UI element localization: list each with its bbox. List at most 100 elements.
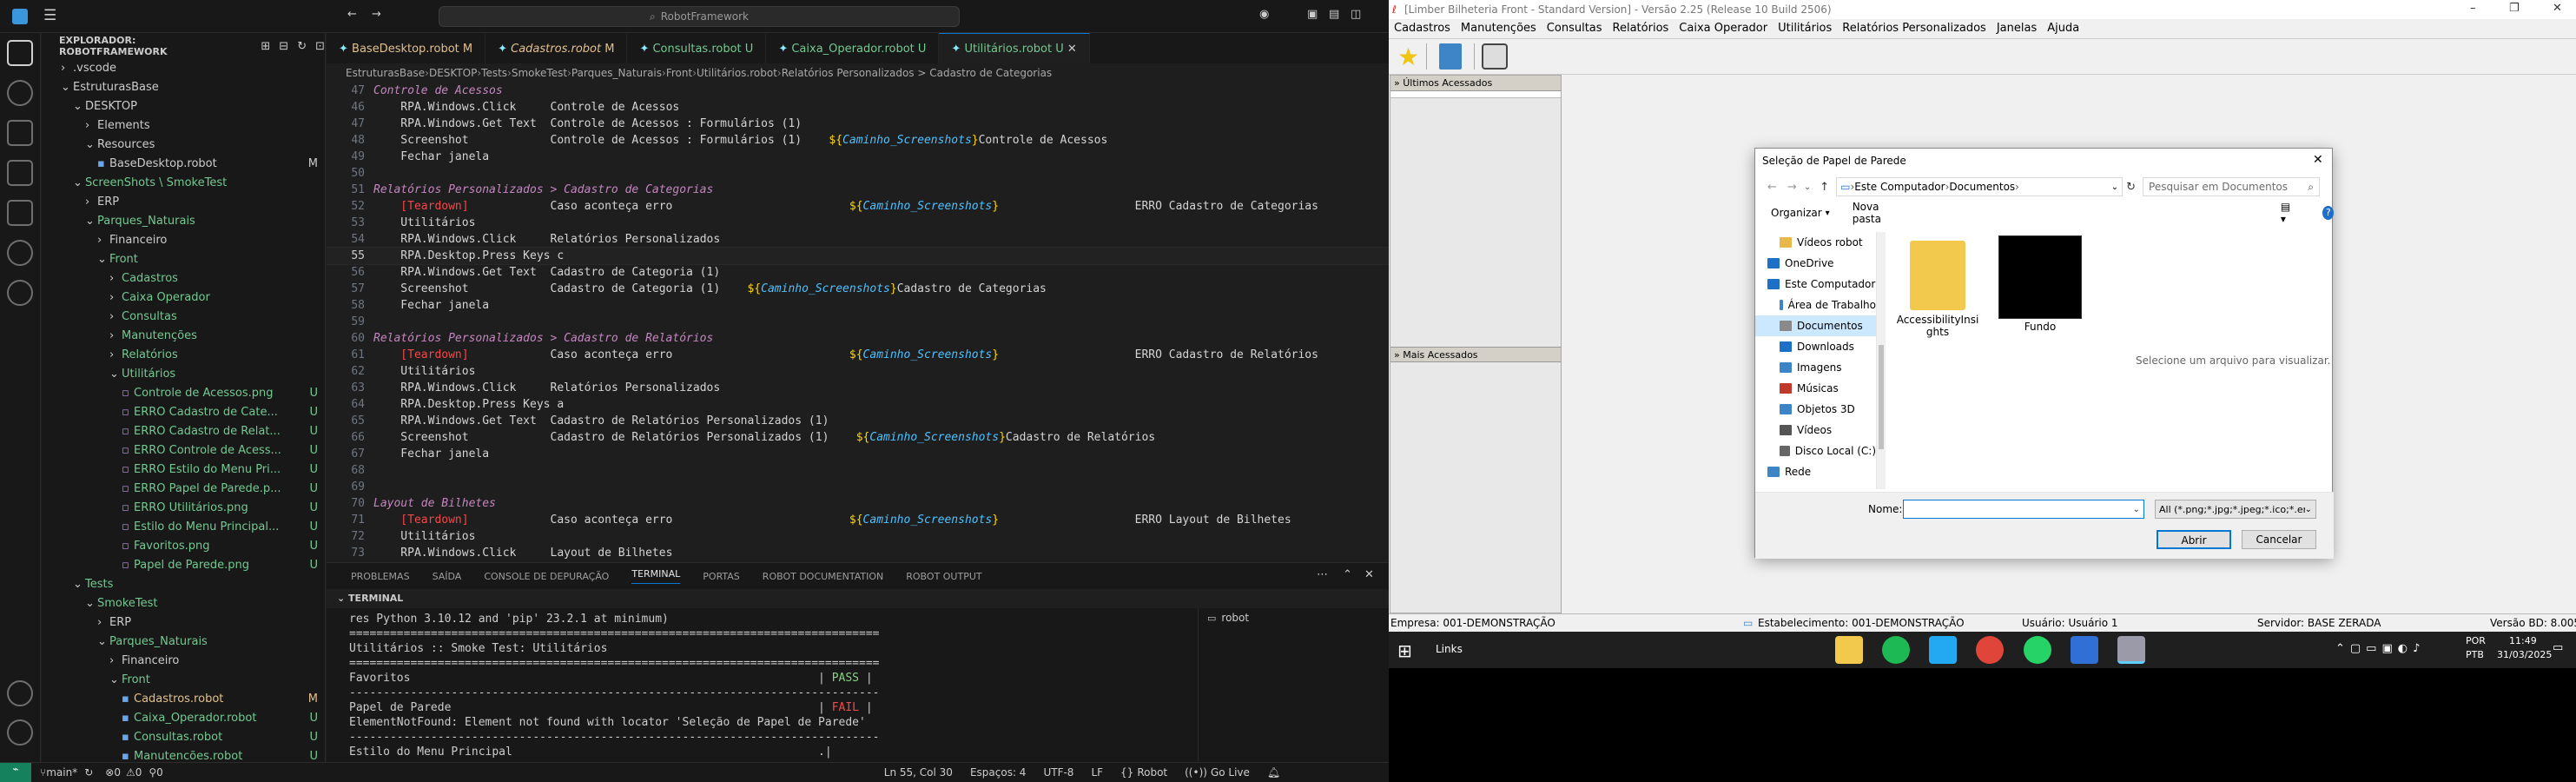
terminal-instance-item[interactable]: ▭ robot	[1199, 608, 1371, 627]
address-bar[interactable]: ▭ › Este Computador › Documentos › ⌄	[1836, 177, 2124, 196]
sync-icon[interactable]: ↻	[84, 766, 93, 779]
minimize-icon[interactable]: –	[2470, 2, 2476, 15]
search-icon[interactable]	[7, 80, 33, 106]
editor-tab[interactable]: ✦ BaseDesktop.robot M	[327, 33, 486, 63]
nav-item-images[interactable]: Imagens	[1755, 357, 1876, 378]
tree-item[interactable]: ⌄ Utilitários	[42, 365, 325, 384]
tree-item[interactable]: ▫ ERRO Estilo do Menu Pri... U	[42, 461, 325, 480]
nav-item-download[interactable]: Downloads	[1755, 336, 1876, 357]
run-debug-icon[interactable]	[7, 160, 33, 186]
nav-item-cloud[interactable]: OneDrive	[1755, 253, 1876, 274]
chevron-down-icon[interactable]: ⌄	[2111, 182, 2118, 192]
tree-item[interactable]: ⌄ Front	[42, 250, 325, 269]
tree-item[interactable]: › ERP	[42, 613, 325, 633]
refresh-icon[interactable]: ↻	[297, 40, 307, 53]
panel-close-icon[interactable]: ✕	[1364, 568, 1374, 581]
notes-icon[interactable]	[1439, 43, 1463, 70]
bell-icon[interactable]: 🔔︎	[1267, 766, 1280, 779]
address-segment[interactable]: Documentos	[1949, 181, 2015, 193]
tree-item[interactable]: ▪ Manutencões.robot U	[42, 747, 325, 762]
tree-item[interactable]: ⌄ Tests	[42, 575, 325, 594]
breadcrumb-item[interactable]: SmokeTest	[512, 67, 567, 79]
go-live-button[interactable]: Go Live	[1211, 766, 1250, 779]
address-segment[interactable]: Este Computador	[1854, 181, 1945, 193]
tree-item[interactable]: › Relatórios	[42, 346, 325, 365]
links-toolbar[interactable]: Links	[1436, 643, 1463, 655]
cursor-position[interactable]: Ln 55, Col 30	[884, 766, 953, 779]
app-menu-item[interactable]: Ajuda	[2047, 22, 2079, 35]
copilot-icon[interactable]: ◉	[1259, 8, 1269, 21]
tray-icons[interactable]: ⌃▢▭▣◐♪	[2335, 642, 2425, 655]
whatsapp-icon[interactable]	[2023, 636, 2051, 664]
tree-item[interactable]: ⌄ SmokeTest	[42, 594, 325, 613]
tree-item[interactable]: › Consultas	[42, 308, 325, 327]
panel-tab[interactable]: PORTAS	[703, 571, 740, 582]
breadcrumb-item[interactable]: EstruturasBase	[346, 67, 425, 79]
code-editor[interactable]: 47 Controle de Acessos 46 RPA.Windows.Clic…	[327, 83, 1389, 559]
windows-start-icon[interactable]: ⊞	[1397, 640, 1412, 661]
dialog-close-icon[interactable]: ✕	[2313, 153, 2323, 167]
tree-item[interactable]: ▫ Controle de Acessos.png U	[42, 384, 325, 403]
clock-time[interactable]: 11:49	[2509, 635, 2537, 646]
tree-item[interactable]: ▪ Consultas.robot U	[42, 728, 325, 747]
tree-item[interactable]: › Financeiro	[42, 231, 325, 250]
tree-item[interactable]: › Cadastros	[42, 269, 325, 288]
file-explorer-icon[interactable]	[1835, 636, 1863, 664]
app-menu-item[interactable]: Janelas	[1997, 22, 2037, 35]
editor-tab[interactable]: ✦ Utilitários.robot U ✕	[939, 33, 1090, 63]
editor-tab[interactable]: ✦ Consultas.robot U	[627, 33, 767, 63]
explorer-icon[interactable]	[7, 40, 33, 66]
spotify-icon[interactable]	[1882, 636, 1911, 664]
panel-more-icon[interactable]: ⋯	[1317, 568, 1328, 581]
tree-item[interactable]: › Caixa Operador	[42, 288, 325, 308]
chevron-down-icon[interactable]: ⌄	[1804, 182, 1811, 192]
menu-icon[interactable]: ☰	[43, 7, 56, 24]
tree-item[interactable]: ⌄ Parques_Naturais	[42, 212, 325, 231]
back-arrow-icon[interactable]: ←	[1767, 181, 1777, 194]
recent-section-header[interactable]: » Últimos Acessados	[1390, 76, 1561, 91]
maximize-icon[interactable]: ❐	[2509, 2, 2520, 15]
breadcrumb-item[interactable]: DESKTOP	[429, 67, 477, 79]
tree-item[interactable]: ⌄ EstruturasBase	[42, 78, 325, 97]
tree-item[interactable]: ▪ Caixa_Operador.robot U	[42, 709, 325, 728]
tree-item[interactable]: › ERP	[42, 193, 325, 212]
notifications-icon[interactable]: ▭	[2553, 641, 2563, 654]
nav-item-folder[interactable]: Vídeos robot	[1755, 232, 1876, 253]
tree-item[interactable]: ⌄ Front	[42, 671, 325, 690]
keyboard-indicator[interactable]: PTB	[2466, 649, 2484, 660]
open-button[interactable]: Abrir	[2157, 530, 2231, 549]
tree-item[interactable]: ▫ Papel de Parede.png U	[42, 556, 325, 575]
app-menu-item[interactable]: Manutenções	[1461, 22, 1536, 35]
breadcrumb-item[interactable]: Parques_Naturais	[571, 67, 662, 79]
app-menu-item[interactable]: Caixa Operador	[1679, 22, 1767, 35]
breadcrumb-item[interactable]: Utilitários.robot	[697, 67, 777, 79]
close-icon[interactable]: ✕	[2553, 2, 2562, 15]
nav-item-objects[interactable]: Objetos 3D	[1755, 399, 1876, 420]
limber-app-icon[interactable]	[2117, 636, 2145, 664]
encoding[interactable]: UTF-8	[1043, 766, 1073, 779]
chevron-down-icon[interactable]: ⌄	[2133, 505, 2140, 514]
app-menu-item[interactable]: Cadastros	[1394, 22, 1450, 35]
nav-item-desktop[interactable]: Área de Trabalho	[1755, 295, 1876, 315]
up-arrow-icon[interactable]: ↑	[1820, 181, 1829, 194]
breadcrumb-item[interactable]: Tests	[481, 67, 507, 79]
app-menu-item[interactable]: Relatórios	[1613, 22, 1669, 35]
panel-maximize-icon[interactable]: ⌃	[1343, 568, 1352, 581]
tree-item[interactable]: ▫ Favoritos.png U	[42, 537, 325, 556]
language-mode[interactable]: Robot	[1137, 766, 1167, 779]
language-indicator[interactable]: POR	[2466, 635, 2486, 646]
end-of-line[interactable]: LF	[1091, 766, 1103, 779]
sidebar-toggle-icon[interactable]: ◫	[1351, 8, 1361, 21]
breadcrumb-item[interactable]: Front	[666, 67, 692, 79]
panel-tab[interactable]: PROBLEMAS	[351, 571, 410, 582]
nav-item-videos[interactable]: Vídeos	[1755, 420, 1876, 441]
close-icon[interactable]: ✕	[1064, 43, 1077, 56]
tree-item[interactable]: ⌄ ScreenShots \ SmokeTest	[42, 174, 325, 193]
indentation[interactable]: Espaços: 4	[970, 766, 1027, 779]
tree-item[interactable]: ▫ ERRO Papel de Parede.p... U	[42, 480, 325, 499]
source-control-icon[interactable]	[7, 120, 33, 146]
tree-item[interactable]: ▪ Cadastros.robot M	[42, 690, 325, 709]
tree-item[interactable]: › Manutenções	[42, 327, 325, 346]
tree-item[interactable]: ⌄ Resources	[42, 136, 325, 155]
new-file-icon[interactable]: ⊞	[261, 40, 270, 53]
